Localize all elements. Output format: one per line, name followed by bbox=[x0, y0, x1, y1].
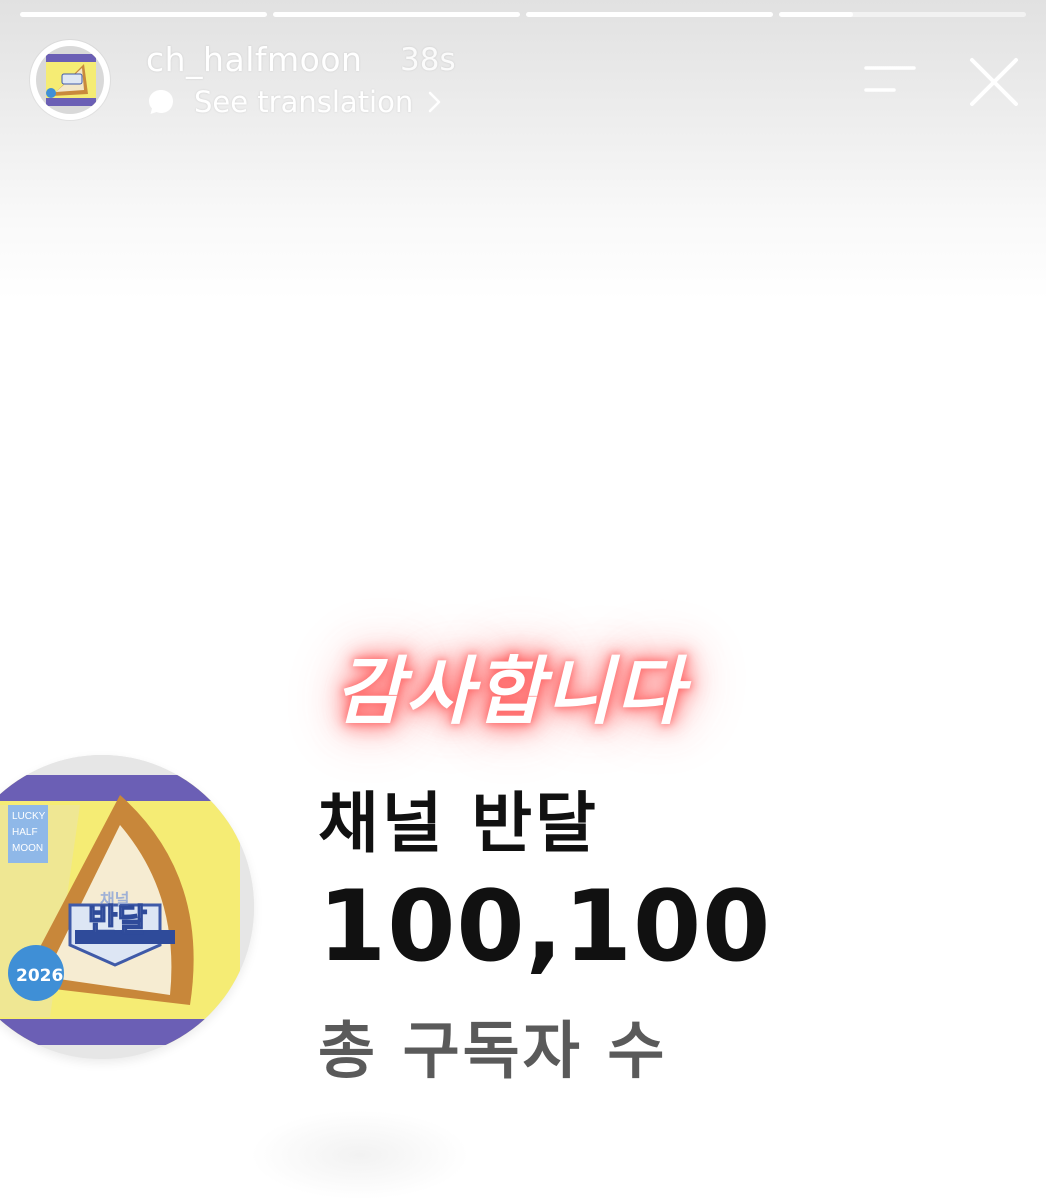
channel-name: 채널 반달 bbox=[318, 785, 599, 862]
avatar[interactable] bbox=[30, 40, 110, 120]
progress-segment bbox=[20, 12, 267, 17]
close-icon[interactable] bbox=[966, 54, 1022, 110]
see-translation-link[interactable]: See translation bbox=[146, 83, 443, 121]
product-image: LUCKY HALF MOON 채널 반달 2026 bbox=[0, 755, 254, 1059]
package-bandal: 반달 bbox=[88, 901, 147, 939]
chevron-right-icon bbox=[428, 91, 441, 113]
story-header: ch_halfmoon 38s See translation bbox=[30, 40, 1030, 130]
progress-fill bbox=[273, 12, 520, 17]
package-lucky: LUCKY bbox=[12, 811, 46, 822]
progress-segment bbox=[273, 12, 520, 17]
progress-segment bbox=[779, 12, 1026, 17]
menu-lines-icon[interactable] bbox=[862, 62, 918, 98]
post-time: 38s bbox=[400, 42, 456, 78]
progress-segment bbox=[526, 12, 773, 17]
half-moon-bread-package: LUCKY HALF MOON 채널 반달 2026 bbox=[0, 755, 254, 1059]
progress-fill bbox=[526, 12, 773, 17]
progress-fill bbox=[779, 12, 854, 17]
thanks-text: 감사합니다 bbox=[334, 648, 686, 735]
subscriber-count: 100,100 bbox=[318, 870, 772, 984]
story-progress-bar bbox=[20, 12, 1026, 17]
chat-bubble-icon bbox=[149, 90, 173, 114]
package-half: HALF bbox=[12, 827, 38, 838]
see-translation-label: See translation bbox=[194, 85, 414, 119]
subscriber-label: 총 구독자 수 bbox=[318, 1014, 668, 1087]
package-moon: MOON bbox=[12, 843, 43, 854]
progress-fill bbox=[20, 12, 267, 17]
bottom-glow bbox=[250, 1110, 470, 1200]
username[interactable]: ch_halfmoon bbox=[146, 40, 362, 79]
package-year: 2026 bbox=[16, 966, 63, 986]
avatar-image bbox=[36, 46, 104, 114]
